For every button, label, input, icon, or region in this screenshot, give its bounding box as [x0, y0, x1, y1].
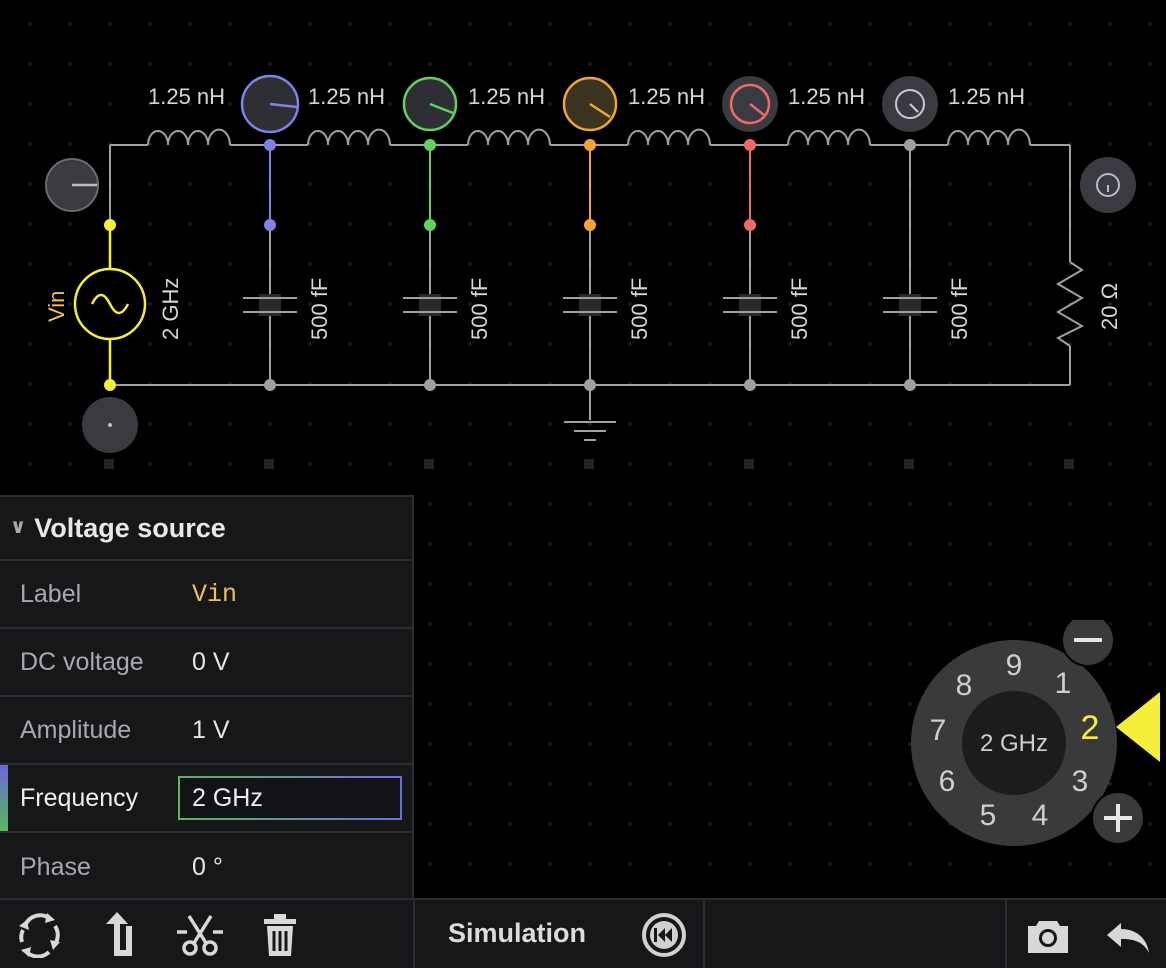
capacitor-4-label: 500 fF [787, 278, 812, 340]
minus-button[interactable] [1061, 620, 1115, 667]
rotate-icon [19, 913, 60, 958]
source-frequency-label: 2 GHz [158, 278, 183, 340]
property-value-amplitude[interactable]: 1 V [172, 716, 230, 745]
panel-title: Voltage source [34, 512, 226, 543]
property-row-frequency[interactable]: Frequency 2 GHz [0, 765, 412, 833]
value-dial[interactable]: 2 GHz 9 1 2 3 4 5 6 7 8 [910, 620, 1160, 860]
property-value-phase[interactable]: 0 ° [172, 853, 223, 882]
inductor-4-label: 1.25 nH [628, 84, 705, 109]
inductor-4 [627, 128, 711, 146]
probe-meter-1[interactable] [240, 74, 300, 134]
dial-number-7[interactable]: 7 [930, 714, 947, 747]
grid-node-markers [104, 459, 1074, 469]
dial-pointer-icon [1116, 692, 1160, 762]
dial-number-2[interactable]: 2 [1081, 709, 1100, 747]
frequency-input[interactable]: 2 GHz [178, 776, 402, 820]
junction-dots [104, 139, 916, 391]
dial-number-8[interactable]: 8 [956, 669, 973, 702]
property-row-amplitude[interactable]: Amplitude 1 V [0, 697, 412, 765]
probe-meter-source[interactable] [45, 158, 99, 212]
capacitor-branch-5[interactable] [883, 145, 937, 385]
ground-icon [564, 421, 616, 441]
probe-meter-2[interactable] [402, 76, 458, 132]
undo-button[interactable] [1100, 908, 1156, 962]
capacitor-branch-2[interactable] [403, 145, 457, 385]
capacitor-branch-3[interactable] [563, 145, 617, 385]
toolbar-divider [1005, 900, 1007, 968]
inductor-5 [787, 128, 871, 146]
dial-number-4[interactable]: 4 [1032, 799, 1049, 832]
inductor-1-label: 1.25 nH [148, 84, 225, 109]
circuit-canvas[interactable]: 1.25 nH 1.25 nH 1.25 nH 1.25 nH 1.25 nH … [0, 0, 1166, 470]
panel-header[interactable]: ∨ Voltage source [0, 497, 412, 561]
resistor[interactable] [1056, 261, 1085, 347]
plus-button[interactable] [1091, 791, 1145, 845]
probe-meter-5[interactable] [882, 76, 938, 132]
property-key: Phase [20, 852, 91, 881]
active-row-indicator [0, 765, 8, 831]
capacitor-1-label: 500 fF [307, 278, 332, 340]
undo-icon [1107, 923, 1149, 953]
flip-icon [106, 912, 132, 956]
rewind-icon [642, 913, 686, 957]
flip-button[interactable] [92, 908, 148, 962]
rotate-button[interactable] [12, 908, 68, 962]
probe-meter-ground[interactable] [82, 397, 138, 453]
property-value-dc-voltage[interactable]: 0 V [172, 648, 230, 677]
bottom-toolbar: Simulation [0, 898, 1166, 968]
inductor-1 [147, 128, 231, 146]
property-key: Frequency [20, 783, 139, 812]
resistor-label: 20 Ω [1097, 283, 1122, 330]
voltage-source[interactable] [73, 225, 147, 385]
property-row-label[interactable]: Label Vin [0, 561, 412, 629]
dial-center-label: 2 GHz [980, 730, 1048, 757]
cut-icon [177, 915, 223, 956]
property-value-label[interactable]: Vin [172, 580, 237, 609]
cut-button[interactable] [172, 908, 228, 962]
probe-meter-3[interactable] [562, 76, 618, 132]
toolbar-divider [413, 900, 415, 968]
property-key: Amplitude [20, 715, 132, 744]
property-key: Label [20, 579, 82, 608]
delete-button[interactable] [252, 908, 308, 962]
capacitor-2-label: 500 fF [467, 278, 492, 340]
capacitor-branch-4[interactable] [723, 145, 777, 385]
dial-number-3[interactable]: 3 [1072, 765, 1089, 798]
probe-meter-load[interactable] [1080, 157, 1136, 213]
inductor-3 [467, 128, 551, 146]
trash-icon [264, 914, 296, 956]
property-row-phase[interactable]: Phase 0 ° [0, 833, 412, 901]
toolbar-divider [703, 900, 705, 968]
screenshot-button[interactable] [1020, 908, 1076, 962]
dial-number-9[interactable]: 9 [1006, 649, 1023, 682]
inductor-6 [947, 128, 1031, 146]
inductor-2-label: 1.25 nH [308, 84, 385, 109]
capacitor-5-label: 500 fF [947, 278, 972, 340]
inductor-3-label: 1.25 nH [468, 84, 545, 109]
rewind-button[interactable] [636, 908, 692, 962]
property-key: DC voltage [20, 647, 144, 676]
capacitor-3-label: 500 fF [627, 278, 652, 340]
camera-icon [1028, 921, 1068, 953]
inductor-2 [307, 128, 391, 146]
dial-number-5[interactable]: 5 [980, 799, 997, 832]
property-row-dc-voltage[interactable]: DC voltage 0 V [0, 629, 412, 697]
capacitor-branch-1[interactable] [243, 145, 297, 385]
dial-number-1[interactable]: 1 [1055, 667, 1072, 700]
inductor-5-label: 1.25 nH [788, 84, 865, 109]
simulation-label[interactable]: Simulation [448, 918, 586, 949]
probe-meter-4[interactable] [722, 76, 778, 132]
source-name-label: Vin [44, 291, 69, 322]
properties-panel: ∨ Voltage source Label Vin DC voltage 0 … [0, 495, 414, 899]
inductor-6-label: 1.25 nH [948, 84, 1025, 109]
chevron-down-icon[interactable]: ∨ [10, 514, 26, 539]
dial-number-6[interactable]: 6 [939, 765, 956, 798]
